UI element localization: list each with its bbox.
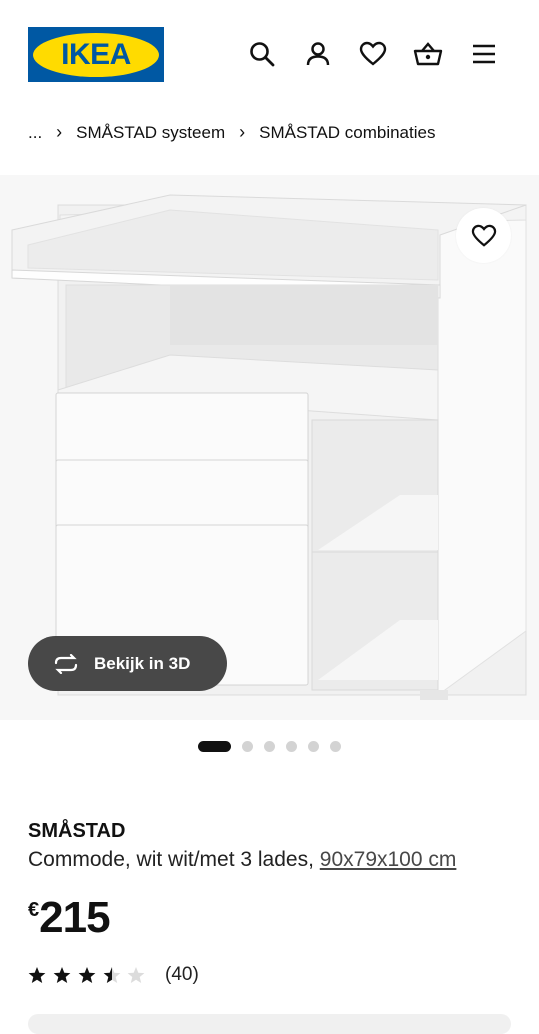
carousel-dot[interactable] [286,741,297,752]
price-currency: € [28,899,40,921]
carousel-dot[interactable] [330,741,341,752]
breadcrumb-item-ellipsis[interactable]: ... [28,123,42,143]
carousel-dot-active[interactable] [198,741,231,752]
rotate-3d-icon [52,653,80,674]
bottom-panel [28,1014,511,1034]
logo-oval: IKEA [33,32,159,77]
favorite-button[interactable] [456,208,511,263]
header: IKEA [0,0,539,100]
breadcrumb-item-smastad-combinaties[interactable]: SMÅSTAD combinaties [259,123,435,143]
carousel-indicator [198,741,352,752]
view-in-3d-label: Bekijk in 3D [94,653,191,673]
chevron-right-icon: › [239,122,246,142]
view-in-3d-button[interactable]: Bekijk in 3D [28,636,227,691]
rating-stars [28,967,145,983]
heart-icon [471,224,497,248]
product-name: SMÅSTAD [28,820,126,842]
product-dimensions-link[interactable]: 90x79x100 cm [320,848,457,871]
user-icon[interactable] [302,36,334,72]
carousel-dot[interactable] [242,741,253,752]
product-type: Commode, wit wit/met 3 lades, [28,848,314,871]
carousel-dot[interactable] [264,741,275,752]
ikea-logo[interactable]: IKEA [28,27,164,82]
heart-icon[interactable] [357,36,389,72]
breadcrumb-item-smastad-systeem[interactable]: SMÅSTAD systeem [76,123,225,143]
product-price: € 215 [28,893,111,943]
chevron-right-icon: › [56,122,63,142]
basket-icon[interactable] [412,36,444,72]
logo-text: IKEA [61,37,131,71]
breadcrumb: ... › SMÅSTAD systeem › SMÅSTAD combinat… [28,122,435,143]
carousel-dot[interactable] [308,741,319,752]
product-description: Commode, wit wit/met 3 lades, 90x79x100 … [28,848,456,872]
search-icon[interactable] [246,36,278,72]
price-amount: 215 [39,893,110,942]
review-count: (40) [165,964,199,985]
product-rating[interactable]: (40) [28,964,199,986]
menu-icon[interactable] [468,36,500,72]
